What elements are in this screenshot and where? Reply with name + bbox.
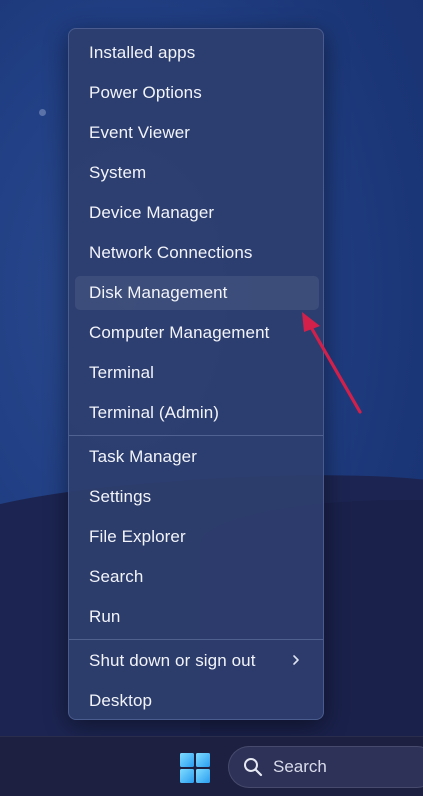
taskbar: Search xyxy=(0,736,423,796)
menu-divider xyxy=(69,435,323,436)
menu-item-label: Device Manager xyxy=(89,203,215,222)
menu-item-task-manager[interactable]: Task Manager xyxy=(75,440,319,474)
menu-item-settings[interactable]: Settings xyxy=(75,480,319,514)
search-label: Search xyxy=(273,757,327,776)
menu-item-label: Terminal xyxy=(89,363,155,382)
start-button[interactable] xyxy=(178,751,212,785)
menu-item-shut-down[interactable]: Shut down or sign out xyxy=(75,644,319,678)
annotation-arrow xyxy=(302,312,362,414)
menu-item-terminal[interactable]: Terminal xyxy=(75,356,319,390)
menu-item-label: System xyxy=(89,163,147,182)
power-user-menu: Installed apps Power Options Event Viewer S… xyxy=(68,28,324,720)
menu-item-label: File Explorer xyxy=(89,527,186,546)
menu-divider xyxy=(69,639,323,640)
menu-item-label: Computer Management xyxy=(89,323,270,342)
menu-item-power-options[interactable]: Power Options xyxy=(75,76,319,110)
menu-item-label: Power Options xyxy=(89,83,202,102)
windows-logo-icon xyxy=(180,753,210,783)
menu-item-label: Event Viewer xyxy=(89,123,191,142)
chevron-right-icon xyxy=(293,655,299,665)
menu-item-label: Network Connections xyxy=(89,243,253,262)
menu-item-event-viewer[interactable]: Event Viewer xyxy=(75,116,319,150)
menu-item-file-explorer[interactable]: File Explorer xyxy=(75,520,319,554)
menu-item-device-manager[interactable]: Device Manager xyxy=(75,196,319,230)
menu-item-label: Installed apps xyxy=(89,43,196,62)
menu-item-computer-management[interactable]: Computer Management xyxy=(75,316,319,350)
menu-item-terminal-admin[interactable]: Terminal (Admin) xyxy=(75,396,319,430)
menu-item-label: Disk Management xyxy=(89,283,228,302)
taskbar-search-box[interactable]: Search xyxy=(228,746,423,788)
menu-item-label: Terminal (Admin) xyxy=(89,403,220,422)
search-icon xyxy=(244,758,263,777)
menu-item-installed-apps[interactable]: Installed apps xyxy=(75,36,319,70)
menu-item-search[interactable]: Search xyxy=(75,560,319,594)
menu-item-label: Settings xyxy=(89,487,152,506)
menu-item-run[interactable]: Run xyxy=(75,600,319,634)
menu-item-label: Task Manager xyxy=(89,447,197,466)
menu-item-desktop[interactable]: Desktop xyxy=(75,684,319,718)
menu-item-system[interactable]: System xyxy=(75,156,319,190)
menu-item-disk-management[interactable]: Disk Management xyxy=(75,276,319,310)
menu-item-label: Shut down or sign out xyxy=(89,651,256,670)
menu-item-label: Search xyxy=(89,567,144,586)
background-star xyxy=(39,109,46,116)
menu-item-label: Run xyxy=(89,607,121,626)
menu-item-network-connections[interactable]: Network Connections xyxy=(75,236,319,270)
menu-item-label: Desktop xyxy=(89,691,153,710)
